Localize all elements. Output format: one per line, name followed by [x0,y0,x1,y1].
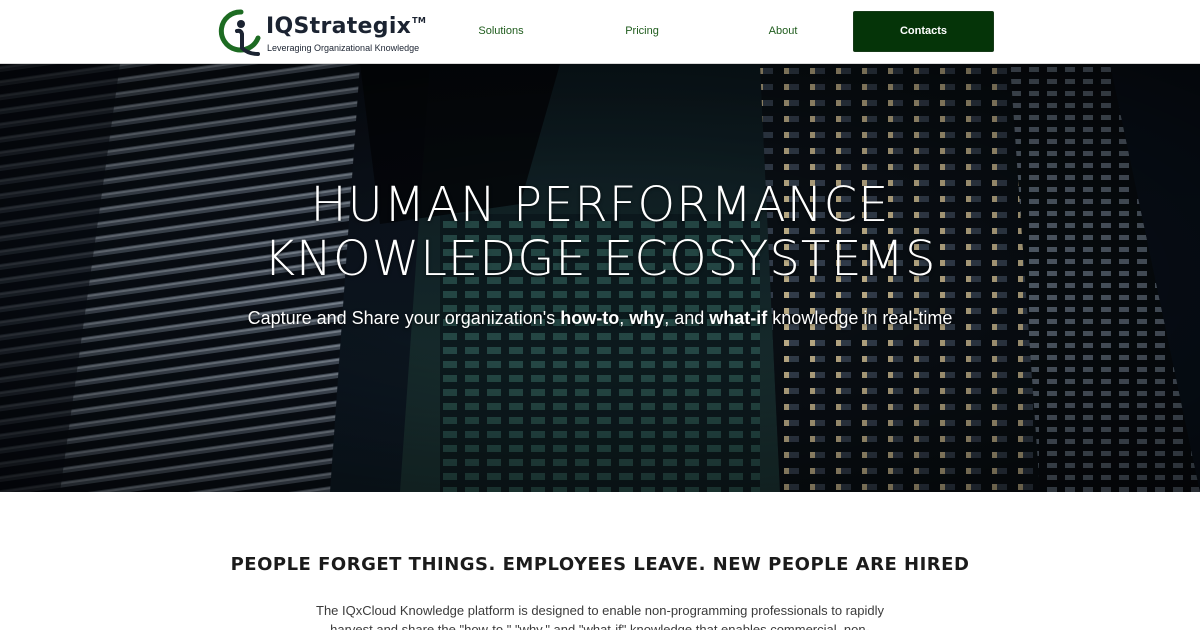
hero-subtitle-why: why [629,308,665,328]
nav-link-pricing[interactable]: Pricing [592,22,692,40]
nav-link-about[interactable]: About [733,22,833,40]
hero-subtitle: Capture and Share your organization's ho… [0,308,1200,329]
trademark-mark: TM [412,16,427,25]
intro-paragraph: The IQxCloud Knowledge platform is desig… [316,603,884,630]
contacts-button[interactable]: Contacts [853,11,994,52]
hero-banner: Human Performance Knowledge Ecosystems C… [0,64,1200,492]
hero-subtitle-how-to: how-to [560,308,620,328]
hero-title: Human Performance Knowledge Ecosystems [0,178,1200,286]
hero-subtitle-text-2: knowledge in real-time [767,308,953,328]
hero-subtitle-sep-2: , and [664,308,710,328]
site-header: IQStrategixTM Leveraging Organizational … [0,0,1200,64]
iqstrategix-logo[interactable]: IQStrategixTM Leveraging Organizational … [218,8,427,58]
logo-tagline: Leveraging Organizational Knowledge [267,43,420,53]
hero-subtitle-what-if: what-if [709,308,768,328]
hero-title-line-1: Human Performance [310,177,890,233]
hero-subtitle-sep-1: , [619,308,630,328]
nav-link-solutions[interactable]: Solutions [451,22,551,40]
intro-heading: People forget things. Employees leave. N… [230,554,970,575]
logo-mark-icon [218,9,261,56]
hero-subtitle-text-1: Capture and Share your organization's [247,308,561,328]
logo-wordmark: IQStrategixTM [266,14,427,39]
hero-title-line-2: Knowledge Ecosystems [263,231,937,287]
